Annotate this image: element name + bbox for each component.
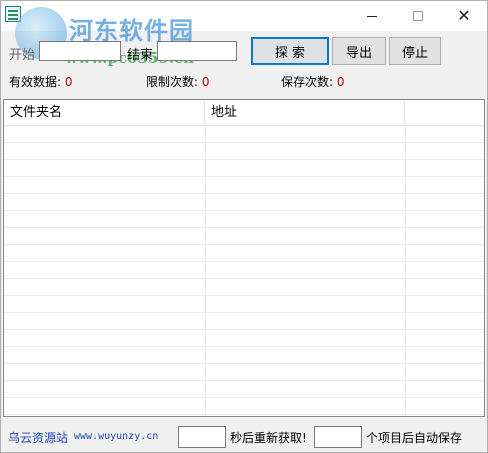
export-button[interactable]: 导出 <box>332 37 386 65</box>
save-count: 保存次数: 0 <box>281 73 345 90</box>
autosave-text: 个项目后自动保存 <box>366 431 463 445</box>
close-button[interactable]: ✕ <box>441 1 487 31</box>
valid-count-value: 0 <box>64 75 73 89</box>
valid-count-label: 有效数据: <box>9 75 62 89</box>
close-icon: ✕ <box>457 6 471 25</box>
search-button[interactable]: 探 索 <box>251 37 329 65</box>
stop-button[interactable]: 停止 <box>389 37 441 65</box>
end-label: 结束 <box>127 48 154 63</box>
limit-count-label: 限制次数: <box>146 75 199 89</box>
valid-count: 有效数据: 0 <box>9 73 73 90</box>
save-count-label: 保存次数: <box>281 75 334 89</box>
end-input[interactable] <box>157 41 237 61</box>
refresh-seconds-input[interactable] <box>178 426 226 448</box>
column-header-extra[interactable] <box>405 100 484 126</box>
column-header-folder-name[interactable]: 文件夹名 <box>4 100 205 126</box>
start-label: 开始 <box>9 48 36 63</box>
limit-count-value: 0 <box>201 75 210 89</box>
column-divider <box>405 126 406 416</box>
list-grid <box>4 126 484 416</box>
minimize-button[interactable] <box>349 1 395 31</box>
refresh-text: 秒后重新获取! <box>230 431 307 445</box>
app-window: ✕ 河东软件园 www.pc0359.cn 开始 结束 探 索 导出 停止 有效… <box>0 0 488 453</box>
minimize-icon <box>367 15 377 17</box>
footer-site-url[interactable]: www.wuyunzy.cn <box>74 431 158 442</box>
limit-count: 限制次数: 0 <box>146 73 210 90</box>
footer-site-name[interactable]: 乌云资源站 <box>8 429 68 446</box>
autosave-count-input[interactable] <box>314 426 362 448</box>
column-header-address[interactable]: 地址 <box>205 100 405 126</box>
maximize-icon <box>413 11 423 21</box>
maximize-button[interactable] <box>395 1 441 31</box>
save-count-value: 0 <box>336 75 345 89</box>
start-input[interactable] <box>39 41 121 61</box>
results-list[interactable]: 文件夹名 地址 <box>3 99 485 417</box>
column-divider <box>205 126 206 416</box>
list-header: 文件夹名 地址 <box>4 100 484 126</box>
